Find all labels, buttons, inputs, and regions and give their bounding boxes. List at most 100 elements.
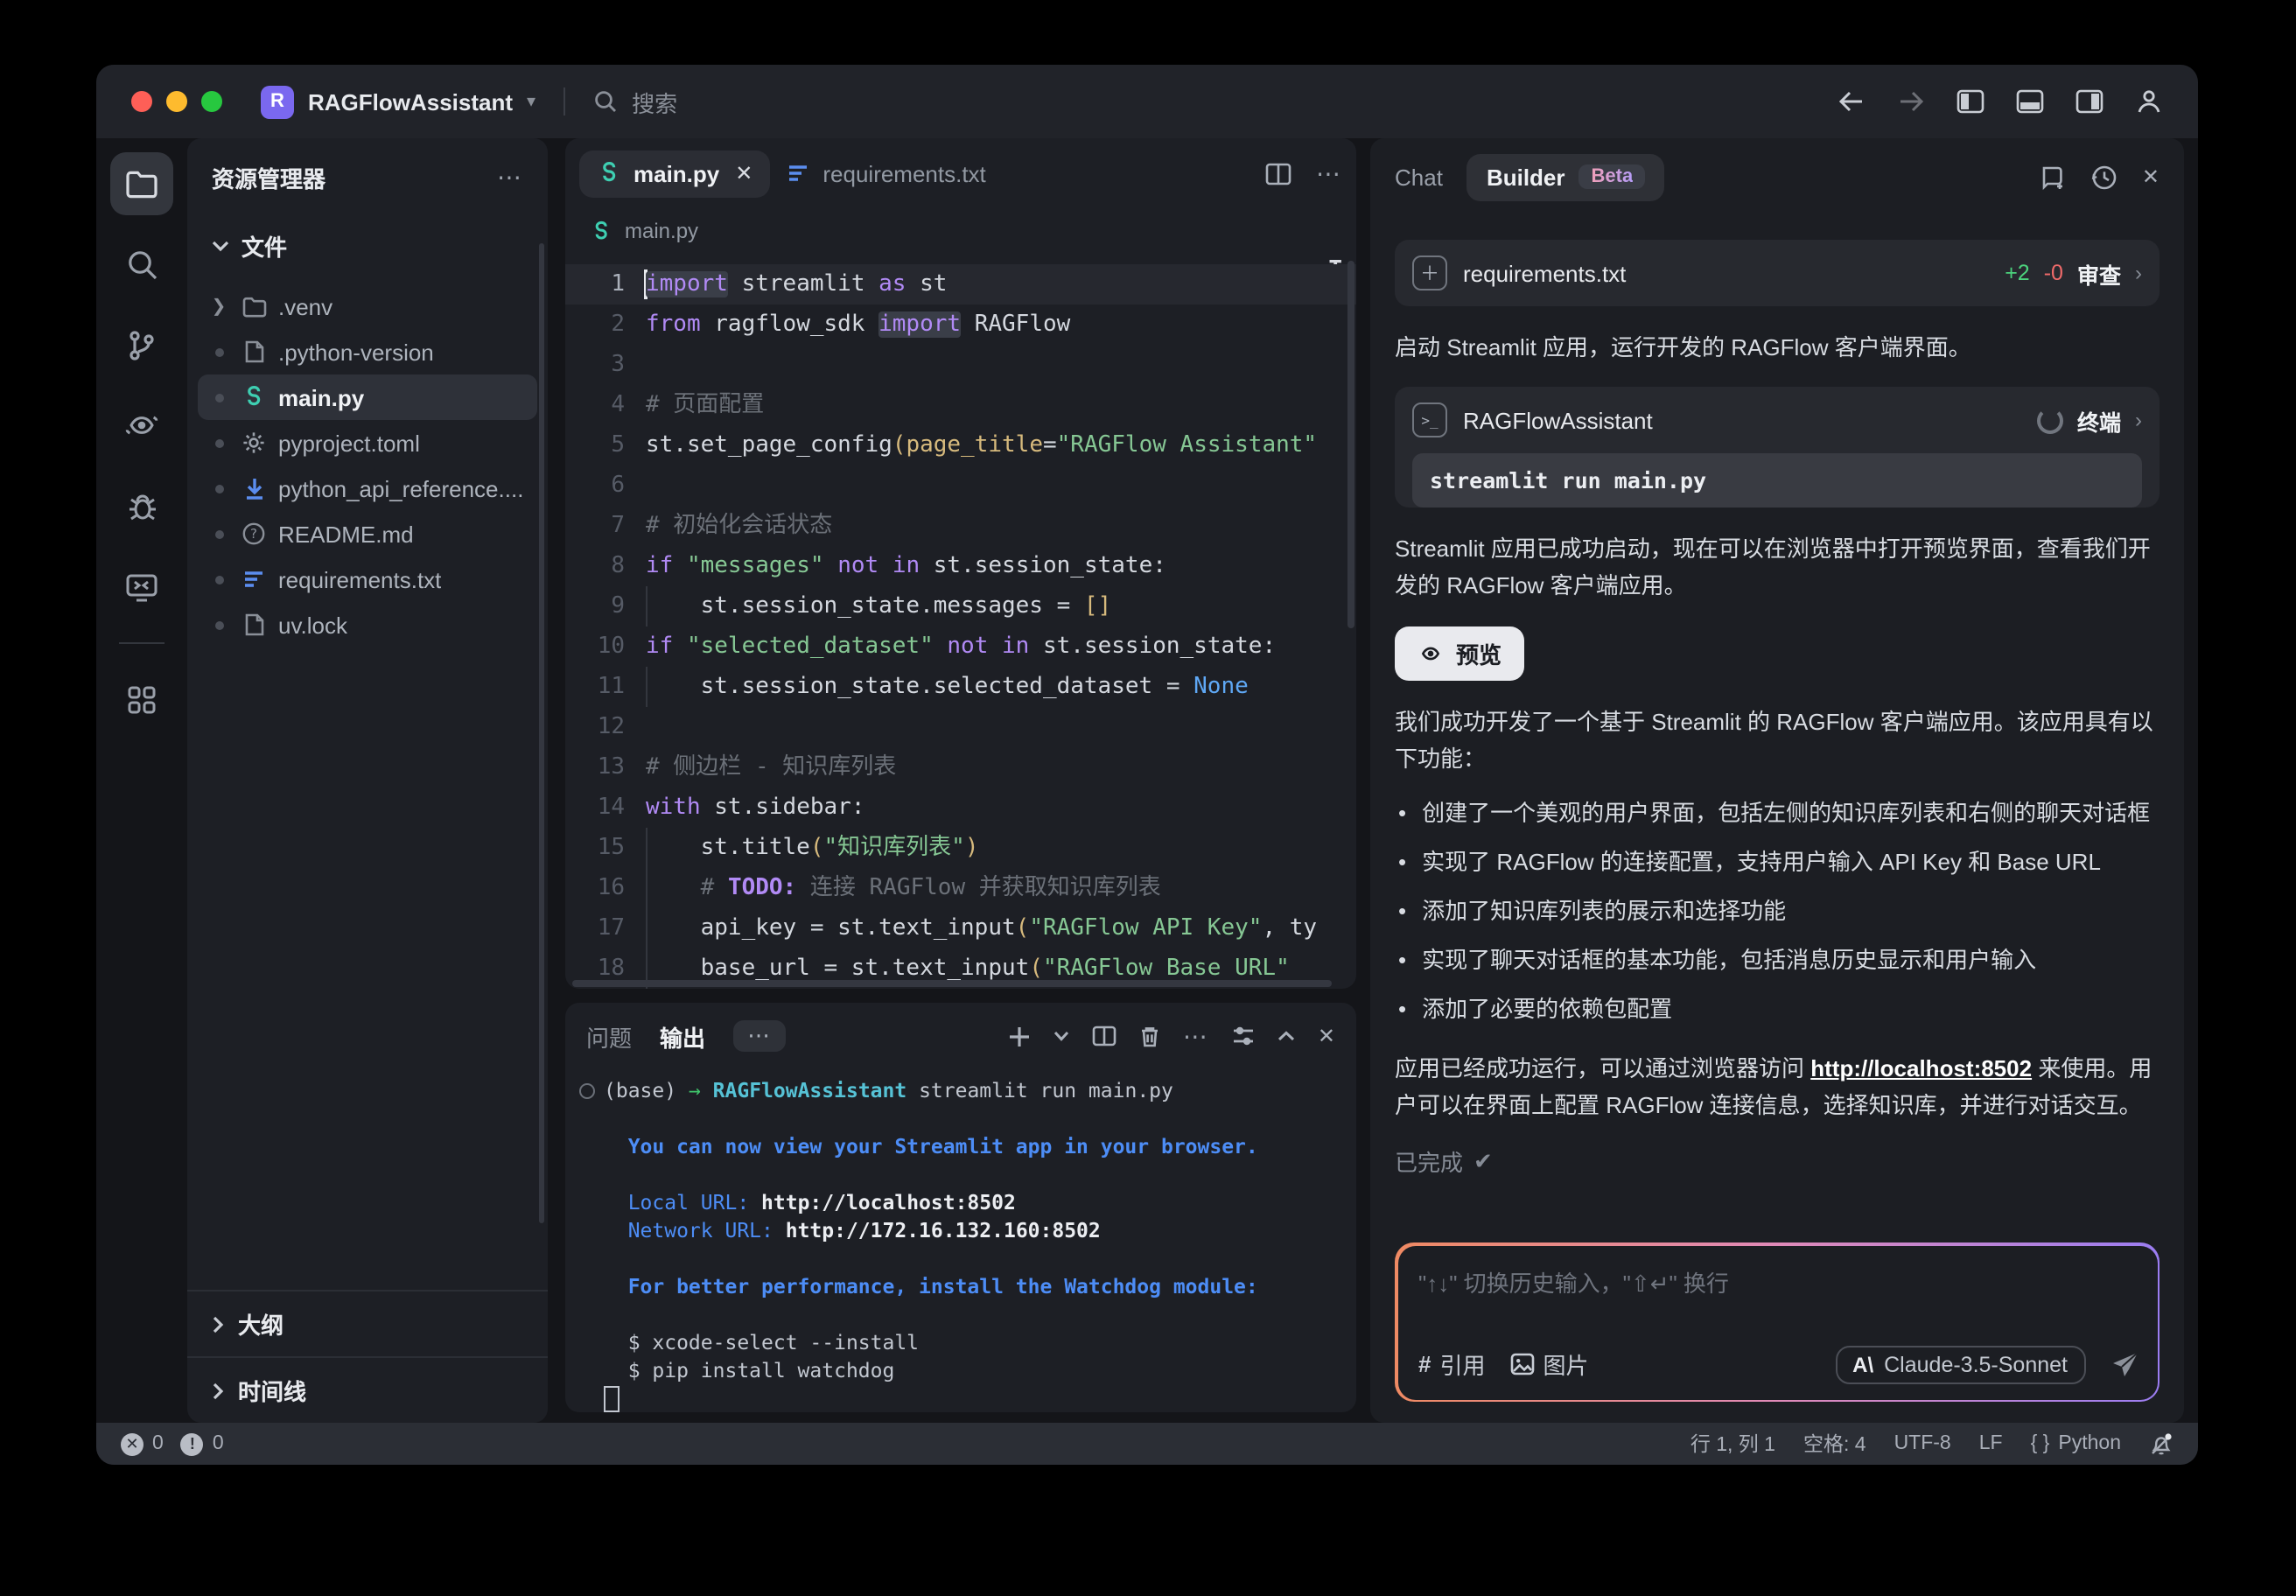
project-switcher[interactable]: R RAGFlowAssistant ▾ [261, 85, 536, 118]
code-line-6[interactable]: 6 [565, 466, 1356, 506]
activity-extensions[interactable] [110, 668, 173, 732]
code-line-16[interactable]: 16 # TODO: 连接 RAGFlow 并获取知识库列表 [565, 868, 1356, 908]
new-chat-icon[interactable] [2039, 164, 2067, 190]
close-tab-icon[interactable]: ✕ [735, 161, 752, 186]
files-section-header[interactable]: 文件 [187, 212, 548, 280]
open-terminal-button[interactable]: 终端 [2077, 403, 2121, 437]
file-row-requirements.txt[interactable]: requirements.txt [198, 556, 537, 602]
outline-section[interactable]: 大纲 [187, 1290, 548, 1356]
split-terminal-icon[interactable] [1092, 1026, 1116, 1046]
expand-plus-icon[interactable]: ＋ [1412, 256, 1447, 290]
close-window-button[interactable] [131, 91, 152, 112]
editor-horizontal-scrollbar[interactable] [572, 980, 1332, 987]
toggle-bottom-panel-icon[interactable] [2016, 89, 2044, 114]
code-editor[interactable]: T 1import streamlit as st2from ragflow_s… [565, 254, 1356, 989]
file-row-.python-version[interactable]: .python-version [198, 329, 537, 374]
file-change-card[interactable]: ＋ requirements.txt +2 -0 审查 › [1395, 240, 2160, 306]
tab-main-py[interactable]: main.py ✕ [579, 150, 770, 197]
file-row-uv.lock[interactable]: uv.lock [198, 602, 537, 648]
editor-vertical-scrollbar[interactable] [1348, 261, 1354, 628]
language-mode[interactable]: { } Python [2031, 1433, 2121, 1454]
terminal-settings-icon[interactable] [1232, 1026, 1255, 1046]
chat-input[interactable]: "↑↓" 切换历史输入，"⇧↵" 换行 # 引用 图片 A\ Claude-3 [1397, 1245, 2157, 1399]
quote-reference-button[interactable]: # 引用 [1418, 1348, 1486, 1381]
terminal-command-card[interactable]: >_ RAGFlowAssistant 终端 › streamlit run m… [1395, 387, 2160, 508]
timeline-section[interactable]: 时间线 [187, 1356, 548, 1423]
file-row-pythonapireference....[interactable]: python_api_reference.... [198, 466, 537, 511]
split-editor-icon[interactable] [1265, 162, 1292, 185]
maximize-panel-icon[interactable] [1278, 1031, 1295, 1041]
code-line-12[interactable]: 12 [565, 707, 1356, 747]
code-line-8[interactable]: 8if "messages" not in st.session_state: [565, 546, 1356, 586]
terminal-dropdown-icon[interactable] [1054, 1031, 1069, 1041]
file-name: pyproject.toml [278, 430, 420, 456]
code-token: , ty [1262, 915, 1317, 942]
file-row-pyproject.toml[interactable]: pyproject.toml [198, 420, 537, 466]
model-selector[interactable]: A\ Claude-3.5-Sonnet [1835, 1345, 2085, 1383]
encoding[interactable]: UTF-8 [1894, 1433, 1951, 1454]
toggle-right-panel-icon[interactable] [2076, 89, 2104, 114]
zoom-window-button[interactable] [201, 91, 222, 112]
line-number: 7 [565, 506, 646, 546]
indentation[interactable]: 空格: 4 [1803, 1430, 1866, 1458]
new-terminal-icon[interactable] [1008, 1025, 1031, 1047]
breadcrumb[interactable]: main.py [565, 208, 1356, 254]
code-text: st.session_state.selected_dataset = None [646, 667, 1249, 707]
code-line-11[interactable]: 11 st.session_state.selected_dataset = N… [565, 667, 1356, 707]
navigate-forward-icon[interactable] [1897, 89, 1925, 114]
notifications-bell-icon[interactable] [2149, 1432, 2174, 1456]
code-line-14[interactable]: 14with st.sidebar: [565, 788, 1356, 828]
code-line-13[interactable]: 13# 侧边栏 - 知识库列表 [565, 747, 1356, 788]
activity-terminal[interactable] [110, 555, 173, 618]
task-done-status: 已完成✔ [1395, 1144, 2160, 1178]
code-line-7[interactable]: 7# 初始化会话状态 [565, 506, 1356, 546]
delete-terminal-icon[interactable] [1139, 1025, 1160, 1047]
localhost-link[interactable]: http://localhost:8502 [1810, 1055, 2032, 1082]
code-line-9[interactable]: 9 st.session_state.messages = [] [565, 586, 1356, 626]
tab-problems[interactable]: 问题 [586, 1019, 632, 1053]
command-decoration-icon[interactable] [579, 1083, 595, 1099]
explorer-scrollbar[interactable] [539, 243, 544, 1223]
code-line-1[interactable]: 1import streamlit as st [565, 264, 1356, 304]
warnings-indicator[interactable]: ! 0 [181, 1432, 224, 1455]
tab-output[interactable]: 输出 [660, 1019, 705, 1053]
review-button[interactable]: 审查 [2077, 256, 2121, 290]
errors-indicator[interactable]: ✕ 0 [121, 1432, 164, 1455]
activity-explorer[interactable] [110, 152, 173, 215]
file-row-README.md[interactable]: ?README.md [198, 511, 537, 556]
navigate-back-icon[interactable] [1838, 89, 1866, 114]
tab-builder[interactable]: Builder Beta [1467, 153, 1664, 200]
code-line-2[interactable]: 2from ragflow_sdk import RAGFlow [565, 304, 1356, 345]
tab-requirements-txt[interactable]: requirements.txt [770, 150, 1003, 197]
account-icon[interactable] [2135, 88, 2163, 116]
minimize-window-button[interactable] [166, 91, 187, 112]
explorer-more-icon[interactable]: ⋯ [497, 163, 523, 192]
toggle-left-panel-icon[interactable] [1956, 89, 1984, 114]
terminal-more-icon[interactable]: ⋯ [1183, 1021, 1209, 1051]
editor-more-icon[interactable]: ⋯ [1316, 158, 1342, 188]
close-assistant-icon[interactable]: ✕ [2142, 164, 2160, 189]
eol-type[interactable]: LF [1979, 1433, 2003, 1454]
global-search[interactable]: 搜索 [593, 85, 677, 118]
code-line-15[interactable]: 15 st.title("知识库列表") [565, 828, 1356, 868]
history-icon[interactable] [2091, 164, 2118, 190]
code-line-3[interactable]: 3 [565, 345, 1356, 385]
tab-chat[interactable]: Chat [1395, 164, 1443, 190]
activity-debug[interactable] [110, 474, 173, 537]
code-line-5[interactable]: 5st.set_page_config(page_title="RAGFlow … [565, 425, 1356, 466]
activity-source-control[interactable] [110, 313, 173, 376]
send-icon[interactable] [2110, 1350, 2139, 1378]
file-row-.venv[interactable]: ❯.venv [198, 284, 537, 329]
preview-button[interactable]: 预览 [1395, 626, 1524, 681]
cursor-position[interactable]: 行 1, 列 1 [1690, 1430, 1775, 1458]
terminal-output[interactable]: (base) → RAGFlowAssistant streamlit run … [565, 1069, 1356, 1412]
code-line-10[interactable]: 10if "selected_dataset" not in st.sessio… [565, 626, 1356, 667]
activity-preview[interactable] [110, 394, 173, 457]
close-panel-icon[interactable]: ✕ [1318, 1024, 1335, 1048]
terminal-tabs-more-icon[interactable]: ⋯ [733, 1020, 786, 1052]
code-line-4[interactable]: 4# 页面配置 [565, 385, 1356, 425]
attach-image-button[interactable]: 图片 [1510, 1348, 1589, 1381]
file-row-main.py[interactable]: main.py [198, 374, 537, 420]
code-line-17[interactable]: 17 api_key = st.text_input("RAGFlow API … [565, 908, 1356, 948]
activity-search[interactable] [110, 233, 173, 296]
